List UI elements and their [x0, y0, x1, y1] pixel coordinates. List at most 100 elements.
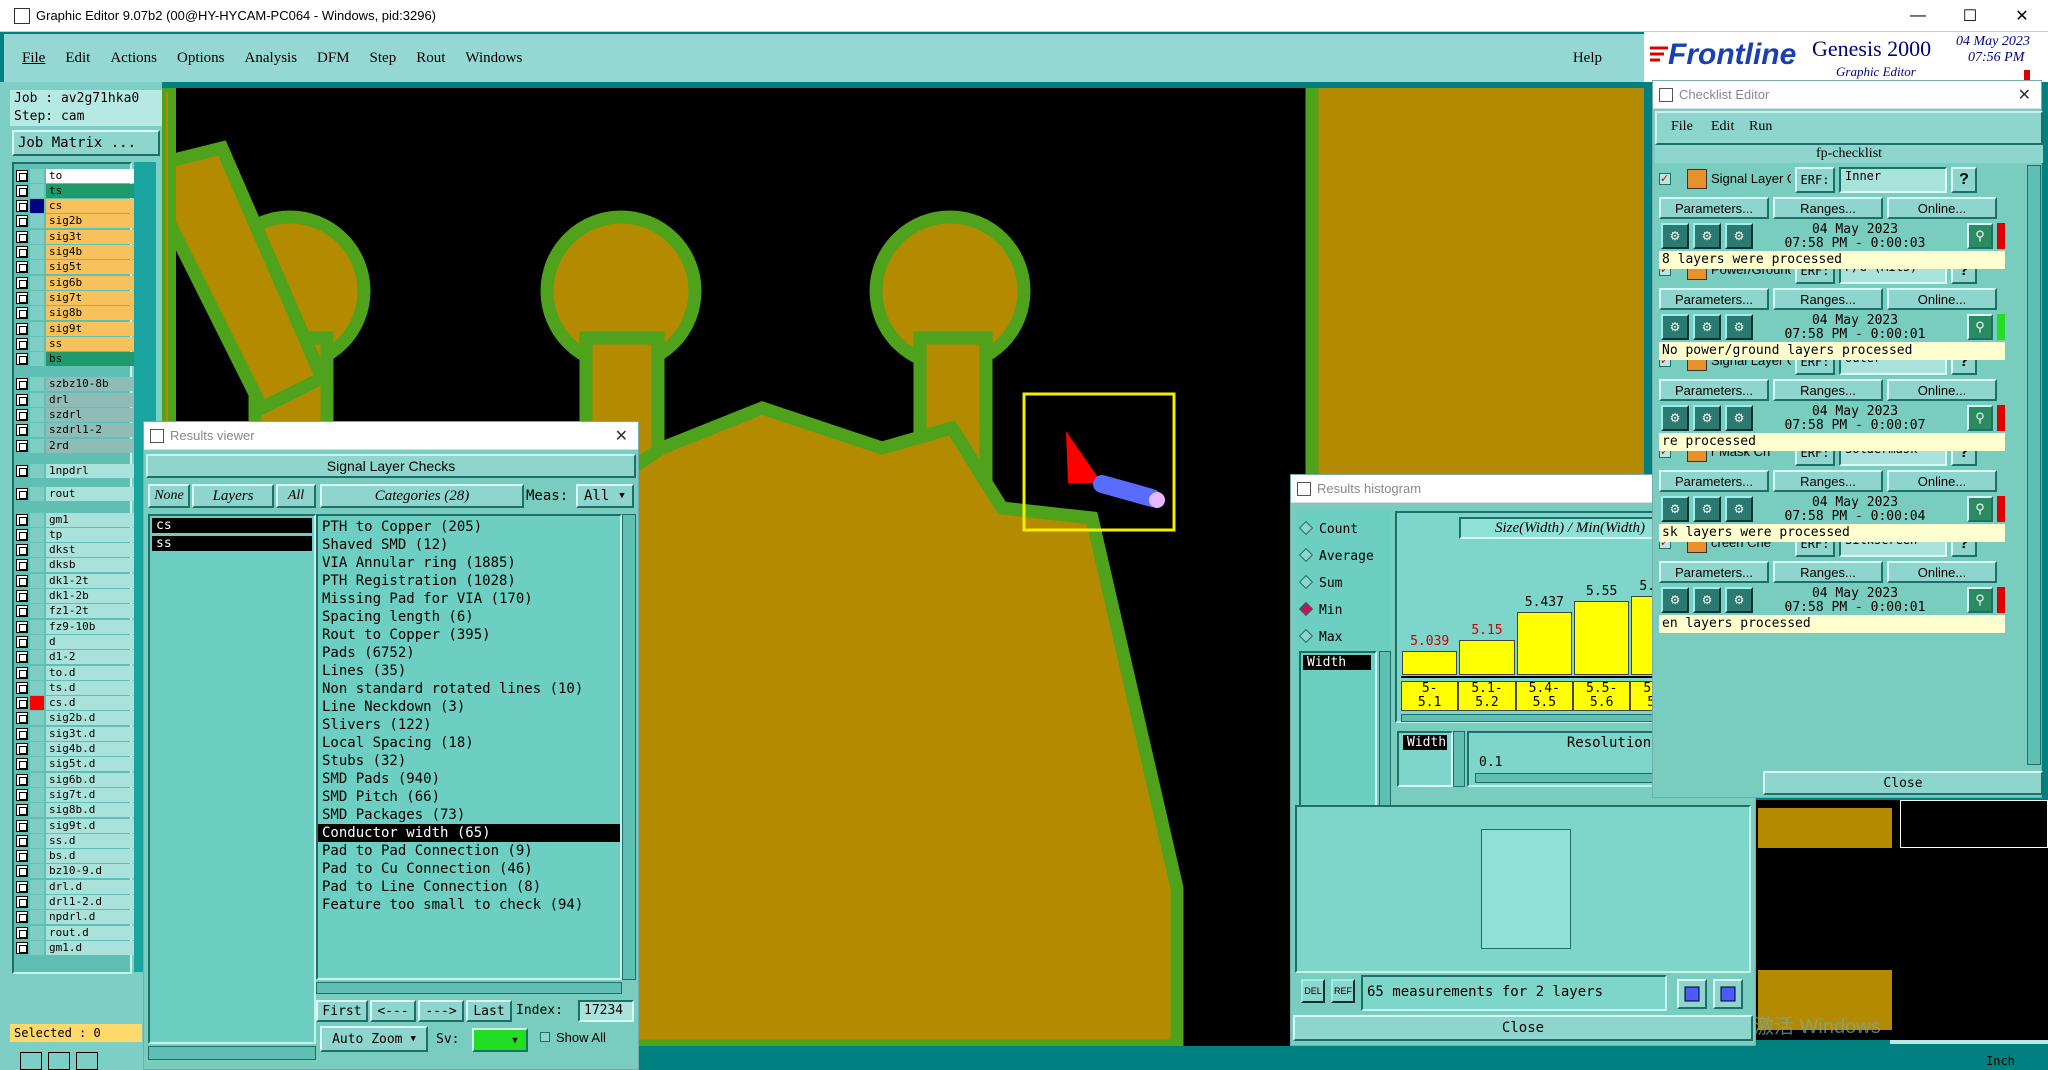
none-button[interactable]: None: [148, 484, 190, 508]
histogram-close-button[interactable]: Close: [1293, 1015, 1753, 1041]
mode-min-radio[interactable]: Min: [1298, 601, 1342, 618]
layer-row-ss.d[interactable]: ss.d: [16, 833, 134, 848]
layer-row-drl[interactable]: drl: [16, 392, 134, 407]
layer-row-dk1-2b[interactable]: dk1-2b: [16, 589, 134, 604]
menu-help[interactable]: Help: [1573, 50, 1602, 67]
layer-checkbox[interactable]: [16, 322, 28, 335]
first-button[interactable]: First: [316, 1000, 368, 1022]
layer-checkbox[interactable]: [16, 681, 28, 694]
resolution-scrollbar[interactable]: [1453, 731, 1465, 787]
category-item[interactable]: Spacing length (6): [318, 608, 620, 626]
category-item[interactable]: Pad to Cu Connection (46): [318, 860, 620, 878]
layer-checkbox[interactable]: [16, 926, 28, 939]
layer-row-sig3t.d[interactable]: sig3t.d: [16, 726, 134, 741]
online-button[interactable]: Online...: [1887, 470, 1997, 492]
export-icon[interactable]: [1677, 979, 1707, 1009]
index-field[interactable]: 17234: [578, 1000, 634, 1022]
layer-row-sig4b[interactable]: sig4b: [16, 245, 134, 260]
category-item[interactable]: Missing Pad for VIA (170): [318, 590, 620, 608]
layer-row-d[interactable]: d: [16, 634, 134, 649]
category-item[interactable]: Line Neckdown (3): [318, 698, 620, 716]
layer-row-sig6b[interactable]: sig6b: [16, 275, 134, 290]
run-all-icon[interactable]: ⚙: [1725, 314, 1753, 340]
close-icon[interactable]: ✕: [615, 426, 628, 446]
layer-row-sig9t[interactable]: sig9t: [16, 321, 134, 336]
layer-checkbox[interactable]: [16, 758, 28, 771]
layer-row-rout.d[interactable]: rout.d: [16, 925, 134, 940]
parameters-button[interactable]: Parameters...: [1659, 288, 1769, 310]
search-icon[interactable]: ⚲: [1967, 314, 1993, 340]
layer-row-ts[interactable]: ts: [16, 183, 134, 198]
ranges-button[interactable]: Ranges...: [1773, 379, 1883, 401]
search-icon[interactable]: ⚲: [1967, 223, 1993, 249]
layer-checkbox[interactable]: [16, 559, 28, 572]
layer-checkbox[interactable]: [16, 834, 28, 847]
layer-checkbox[interactable]: [16, 291, 28, 304]
online-button[interactable]: Online...: [1887, 288, 1997, 310]
histogram-bar[interactable]: [1516, 611, 1572, 675]
cross-icon[interactable]: [48, 1052, 70, 1070]
checklist-scrollbar[interactable]: [2027, 165, 2041, 765]
categories-hscroll[interactable]: [316, 982, 622, 994]
menu-step[interactable]: Step: [370, 50, 397, 67]
layer-row-cs[interactable]: cs: [16, 199, 134, 214]
layer-row-1npdrl[interactable]: 1npdrl: [16, 463, 134, 478]
run-check-icon[interactable]: ⚙: [1661, 496, 1689, 522]
mode-count-radio[interactable]: Count: [1298, 520, 1358, 537]
checklist-menu-file[interactable]: File: [1671, 119, 1693, 135]
job-matrix-button[interactable]: Job Matrix ...: [12, 130, 160, 156]
delete-icon[interactable]: DEL: [1301, 979, 1325, 1003]
layer-row-dkst[interactable]: dkst: [16, 543, 134, 558]
category-item[interactable]: Conductor width (65): [318, 824, 620, 842]
layer-row-szdrl[interactable]: szdrl: [16, 408, 134, 423]
search-icon[interactable]: ⚲: [1967, 405, 1993, 431]
category-item[interactable]: Local Spacing (18): [318, 734, 620, 752]
layer-checkbox[interactable]: [16, 819, 28, 832]
search-icon[interactable]: ⚲: [1967, 587, 1993, 613]
run-check-icon[interactable]: ⚙: [1661, 405, 1689, 431]
run-all-icon[interactable]: ⚙: [1725, 223, 1753, 249]
result-layer-item[interactable]: cs: [152, 518, 312, 533]
checklist-close-button[interactable]: Close: [1763, 771, 2043, 795]
auto-zoom-dropdown[interactable]: Auto Zoom ▼: [320, 1026, 428, 1052]
layer-checkbox[interactable]: [16, 337, 28, 350]
sv-color-dropdown[interactable]: ▼: [472, 1028, 528, 1052]
run-check-icon[interactable]: ⚙: [1661, 223, 1689, 249]
category-item[interactable]: Pad to Pad Connection (9): [318, 842, 620, 860]
layer-row-sig7t[interactable]: sig7t: [16, 290, 134, 305]
checklist-menu-edit[interactable]: Edit: [1711, 119, 1734, 135]
layer-checkbox[interactable]: [16, 184, 28, 197]
menu-edit[interactable]: Edit: [65, 50, 90, 67]
help-button[interactable]: ?: [1951, 167, 1977, 193]
layer-row-sig5t.d[interactable]: sig5t.d: [16, 757, 134, 772]
layer-checkbox[interactable]: [16, 896, 28, 908]
layer-checkbox[interactable]: [16, 773, 28, 786]
category-item[interactable]: Lines (35): [318, 662, 620, 680]
ranges-button[interactable]: Ranges...: [1773, 470, 1883, 492]
run-step-icon[interactable]: ⚙: [1693, 223, 1721, 249]
show-all-checkbox[interactable]: [540, 1032, 550, 1042]
run-check-icon[interactable]: ⚙: [1661, 587, 1689, 613]
category-item[interactable]: SMD Pitch (66): [318, 788, 620, 806]
erf-value-field[interactable]: Inner: [1839, 167, 1947, 193]
layer-checkbox[interactable]: [16, 727, 28, 740]
layer-checkbox[interactable]: [16, 544, 28, 557]
layer-row-sig4b.d[interactable]: sig4b.d: [16, 742, 134, 757]
run-all-icon[interactable]: ⚙: [1725, 405, 1753, 431]
histogram-bar[interactable]: [1574, 600, 1630, 675]
search-icon[interactable]: ⚲: [1967, 496, 1993, 522]
refresh-icon[interactable]: REF: [1331, 979, 1355, 1003]
online-button[interactable]: Online...: [1887, 561, 1997, 583]
layer-row-dksb[interactable]: dksb: [16, 558, 134, 573]
category-item[interactable]: Feature too small to check (94): [318, 896, 620, 914]
all-button[interactable]: All: [276, 484, 316, 508]
resolution-attr-item[interactable]: Width: [1403, 735, 1447, 750]
category-item[interactable]: Non standard rotated lines (10): [318, 680, 620, 698]
mode-max-radio[interactable]: Max: [1298, 628, 1342, 645]
layer-checkbox[interactable]: [16, 488, 28, 501]
layer-row-cs.d[interactable]: cs.d: [16, 696, 134, 711]
layer-row-bs.d[interactable]: bs.d: [16, 849, 134, 864]
layer-row-drl.d[interactable]: drl.d: [16, 879, 134, 894]
layer-checkbox[interactable]: [16, 200, 28, 213]
layer-row-sig3t[interactable]: sig3t: [16, 229, 134, 244]
